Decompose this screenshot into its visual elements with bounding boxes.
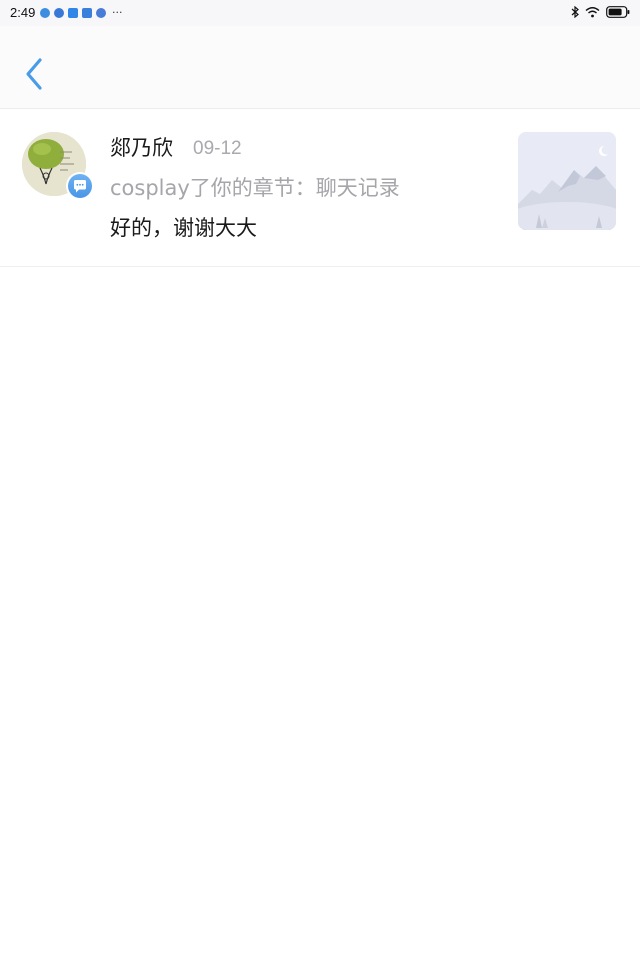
top-navigation-bar (0, 26, 640, 109)
message-list-item[interactable]: 郯乃欣 09-12 cosplay了你的章节：聊天记录 好的，谢谢大大 (0, 110, 640, 267)
app-notification-icon (96, 8, 106, 18)
status-time: 2:49 (10, 5, 36, 20)
app-notification-icon (82, 8, 92, 18)
message-body: 好的，谢谢大大 (110, 216, 257, 240)
wifi-icon (585, 7, 600, 18)
chapter-thumbnail[interactable] (518, 132, 616, 230)
sender-name[interactable]: 郯乃欣 (110, 134, 173, 162)
more-notifications-indicator: ··· (112, 6, 123, 19)
app-notification-icon (68, 8, 78, 18)
message-date: 09-12 (193, 138, 242, 159)
chevron-left-icon (26, 58, 42, 90)
message-context: cosplay了你的章节：聊天记录 (110, 176, 400, 200)
chat-bubble-icon (74, 179, 86, 192)
app-notification-icon (54, 8, 64, 18)
notification-icons: ··· (40, 6, 123, 19)
notification-screen: 2:49 ··· 郯乃欣 09-12 cosplay了你的章节：聊天记录 好的，… (0, 0, 640, 978)
system-icons (571, 6, 630, 18)
mountain-landscape-icon (518, 132, 616, 230)
back-button[interactable] (18, 54, 52, 94)
bluetooth-icon (571, 6, 579, 18)
message-type-badge (66, 172, 94, 200)
app-notification-icon (40, 8, 50, 18)
status-bar: 2:49 ··· (0, 0, 640, 26)
battery-icon (606, 6, 630, 18)
